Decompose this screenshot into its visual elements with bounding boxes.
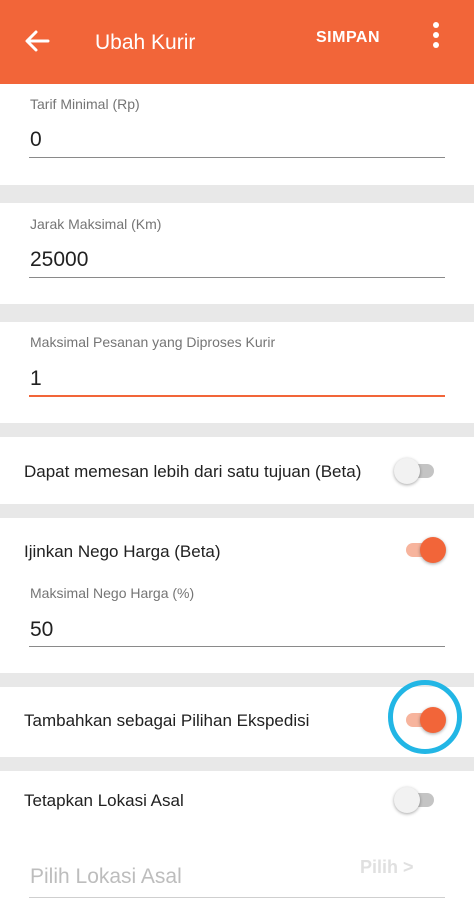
tap-highlight-ring (388, 680, 462, 754)
section-divider (0, 757, 474, 771)
max-nego-underline (29, 646, 445, 647)
min-fare-underline (29, 157, 445, 158)
price-nego-toggle[interactable] (402, 535, 446, 565)
page-title: Ubah Kurir (95, 31, 196, 54)
max-distance-input[interactable]: 25000 (30, 248, 88, 272)
multi-destination-label: Dapat memesan lebih dari satu tujuan (Be… (24, 462, 362, 481)
origin-location-underline (29, 897, 445, 898)
more-vertical-icon[interactable] (426, 22, 446, 56)
pick-origin-button[interactable]: Pilih > (360, 857, 414, 878)
section-divider (0, 185, 474, 203)
set-origin-label: Tetapkan Lokasi Asal (24, 791, 184, 810)
add-expedition-label: Tambahkan sebagai Pilihan Ekspedisi (24, 711, 310, 730)
max-nego-label: Maksimal Nego Harga (%) (30, 585, 195, 601)
section-divider (0, 673, 474, 687)
min-fare-input[interactable]: 0 (30, 128, 42, 152)
max-orders-underline (29, 395, 445, 397)
section-divider (0, 504, 474, 518)
section-divider (0, 304, 474, 322)
max-distance-underline (29, 277, 445, 278)
save-button[interactable]: SIMPAN (316, 29, 380, 47)
app-bar: Ubah Kurir SIMPAN (0, 0, 474, 84)
min-fare-label: Tarif Minimal (Rp) (30, 96, 140, 112)
price-nego-label: Ijinkan Nego Harga (Beta) (24, 542, 221, 561)
arrow-left-icon[interactable] (22, 26, 52, 56)
max-orders-label: Maksimal Pesanan yang Diproses Kurir (30, 334, 276, 350)
max-nego-input[interactable]: 50 (30, 618, 53, 642)
origin-location-input[interactable]: Pilih Lokasi Asal (30, 865, 182, 889)
multi-destination-toggle[interactable] (394, 456, 438, 486)
max-orders-input[interactable]: 1 (30, 367, 42, 391)
max-distance-label: Jarak Maksimal (Km) (30, 216, 162, 232)
section-divider (0, 423, 474, 437)
set-origin-toggle[interactable] (394, 785, 438, 815)
